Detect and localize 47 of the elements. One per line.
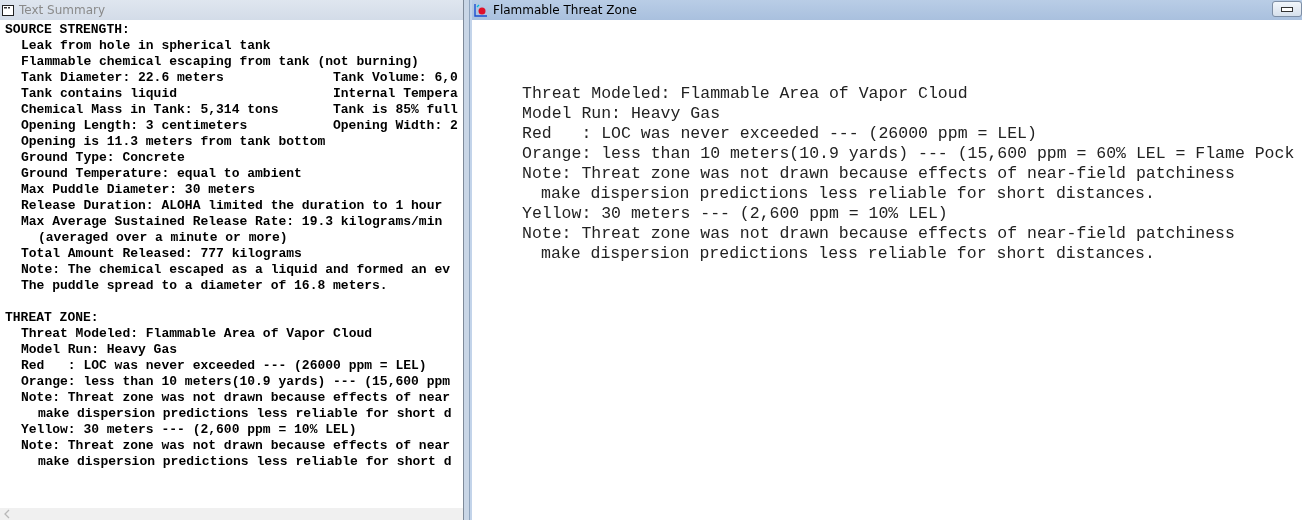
- minimize-button[interactable]: [1272, 1, 1302, 17]
- threat-line: Orange: less than 10 meters(10.9 yards) --- (15,600 ppm = 60% LEL = Flame Pock: [522, 144, 1296, 164]
- report-line: Total Amount Released: 777 kilograms: [21, 246, 302, 262]
- window-title: Text Summary: [19, 3, 106, 17]
- threat-line: make dispersion predictions less reliable for short distances.: [540, 244, 1156, 264]
- report-line: Note: Threat zone was not drawn because effects of near: [21, 438, 451, 454]
- report-line: Leak from hole in spherical tank: [21, 38, 271, 54]
- report-line: Tank Diameter: 22.6 meters: [21, 70, 225, 86]
- report-line: Yellow: 30 meters --- (2,600 ppm = 10% LEL): [21, 422, 357, 438]
- report-line: Opening Width: 2: [333, 118, 458, 134]
- report-line: Max Average Sustained Release Rate: 19.3 kilograms/min: [21, 214, 443, 230]
- report-line: Note: The chemical escaped as a liquid and formed an ev: [21, 262, 451, 278]
- threat-line: Model Run: Heavy Gas: [522, 104, 722, 124]
- report-line: Ground Type: Concrete: [21, 150, 185, 166]
- report-line: Red : LOC was never exceeded --- (26000 ppm = LEL): [21, 358, 427, 374]
- report-line: Release Duration: ALOHA limited the duration to 1 hour: [21, 198, 443, 214]
- threat-line: Note: Threat zone was not drawn because effects of near-field patchiness: [522, 224, 1236, 244]
- report-line: Threat Modeled: Flammable Area of Vapor Cloud: [21, 326, 373, 342]
- report-line: Opening is 11.3 meters from tank bottom: [21, 134, 326, 150]
- window-icon: [2, 4, 14, 16]
- report-line: The puddle spread to a diameter of 16.8 meters.: [21, 278, 388, 294]
- report-line: Max Puddle Diameter: 30 meters: [21, 182, 256, 198]
- report-line: make dispersion predictions less reliable for short d: [38, 454, 452, 470]
- section-heading: SOURCE STRENGTH:: [5, 22, 131, 38]
- report-line: Tank is 85% full: [333, 102, 458, 118]
- report-line: Tank Volume: 6,0: [333, 70, 458, 86]
- report-line: make dispersion predictions less reliable for short d: [38, 406, 452, 422]
- scroll-left-icon[interactable]: [3, 509, 11, 519]
- report-line: Chemical Mass in Tank: 5,314 tons: [21, 102, 280, 118]
- report-line: (averaged over a minute or more): [38, 230, 288, 246]
- threat-line: Yellow: 30 meters --- (2,600 ppm = 10% LEL): [522, 204, 949, 224]
- threat-line: make dispersion predictions less reliable for short distances.: [540, 184, 1156, 204]
- section-heading: THREAT ZONE:: [5, 310, 100, 326]
- report-line: Internal Tempera: [333, 86, 458, 102]
- chart-icon: [474, 3, 488, 17]
- threat-line: Threat Modeled: Flammable Area of Vapor Cloud: [522, 84, 969, 104]
- threat-line: Note: Threat zone was not drawn because effects of near-field patchiness: [522, 164, 1236, 184]
- report-line: Tank contains liquid: [21, 86, 179, 102]
- report-line: Flammable chemical escaping from tank (not burning): [21, 54, 419, 70]
- report-line: Orange: less than 10 meters(10.9 yards) --- (15,600 ppm: [21, 374, 451, 390]
- report-line: Note: Threat zone was not drawn because effects of near: [21, 390, 451, 406]
- window-title: Flammable Threat Zone: [493, 3, 637, 17]
- threat-line: Red : LOC was never exceeded --- (26000 ppm = LEL): [522, 124, 1038, 144]
- horizontal-scrollbar[interactable]: [0, 508, 463, 520]
- report-line: Opening Length: 3 centimeters: [21, 118, 249, 134]
- report-line: Ground Temperature: equal to ambient: [21, 166, 302, 182]
- report-line: Model Run: Heavy Gas: [21, 342, 178, 358]
